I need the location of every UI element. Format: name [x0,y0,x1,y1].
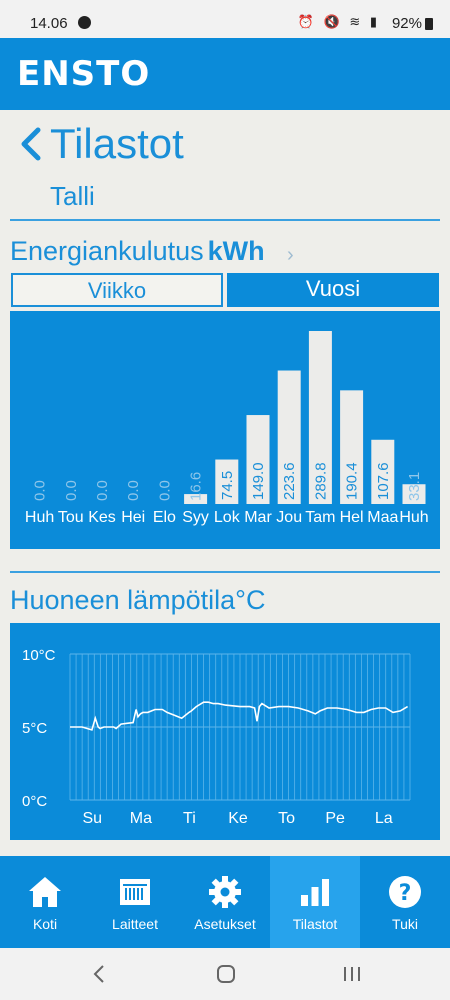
nav-item-tilastot[interactable]: Tilastot [270,856,360,948]
bar-value-label: 289.8 [312,462,329,500]
bottom-navigation: Koti Laitteet Asetukset Tilastot ? Tuki [0,856,450,948]
energy-bar-chart: 0.0 Huh 0.0 Tou 0.0 Kes 0.0 Hei 0.0 Elo 16.6 Syy 74.… [25,331,429,526]
status-bar: 14.06 ⏰ 🔇 ≋ ▮ 92% [0,0,450,38]
device-name: Talli [50,181,95,211]
nav-item-koti[interactable]: Koti [0,856,90,948]
bar-value-label: 149.0 [250,462,267,500]
x-tick-label: Su [82,810,102,827]
nav-item-tuki[interactable]: ? Tuki [360,856,450,948]
home-icon [29,877,61,907]
x-tick-label: Pe [325,810,345,827]
energy-unit: kWh [207,236,265,266]
nav-label: Koti [32,916,58,932]
battery-icon [425,18,433,30]
bar-value-label: 0.0 [94,480,111,501]
bar-value-label: 223.6 [281,462,298,500]
x-tick-label: Maa [367,509,398,526]
x-tick-label: Mar [244,509,272,526]
recents-icon[interactable] [340,962,364,986]
x-tick-label: Huh [25,509,54,526]
back-chevron-icon[interactable] [18,124,48,164]
bar-value-label: 33.1 [406,472,423,501]
bar-value-label: 190.4 [344,462,361,500]
temperature-line-chart: 10°C 5°C 0°C Su Ma Ti Ke To Pe La [22,647,411,827]
divider [10,571,440,573]
back-icon[interactable] [88,962,112,986]
energy-title[interactable]: Energiankulutus kWh [10,236,265,267]
bar-value-label: 74.5 [219,471,236,500]
energy-title-text: Energiankulutus [10,236,204,266]
nav-label: Laitteet [112,916,158,932]
x-tick-label: Tou [58,509,84,526]
x-tick-label: Huh [399,509,428,526]
x-tick-label: Ke [228,810,248,827]
battery-percent: 92% [391,15,422,32]
energy-chart-panel: 0.0 Huh 0.0 Tou 0.0 Kes 0.0 Hei 0.0 Elo 16.6 Syy 74.… [10,311,440,549]
bar-value-label: 0.0 [156,480,173,501]
system-icons: ⏰ 🔇 ≋ ▮ [297,14,380,29]
x-tick-label: Hel [340,509,364,526]
nav-item-asetukset[interactable]: Asetukset [180,856,270,948]
notification-dot-icon [78,16,91,29]
y-tick-label: 10°C [22,647,56,664]
brand-bar: ENSTO [0,38,450,110]
x-tick-label: Ti [183,810,196,827]
chevron-right-icon[interactable]: › [287,244,294,267]
x-tick-label: Ma [130,810,152,827]
x-tick-label: Tam [305,509,335,526]
page-title: Tilastot [50,120,184,167]
bar-chart-icon [301,879,329,906]
x-tick-label: Jou [276,509,302,526]
svg-text:?: ? [399,881,412,906]
tab-year[interactable]: Vuosi [227,273,439,307]
bar-value-label: 0.0 [125,480,142,501]
x-tick-label: La [375,810,393,827]
bar-value-label: 0.0 [32,480,49,501]
nav-label: Asetukset [194,916,256,932]
home-circle-icon[interactable] [214,962,238,986]
x-tick-label: Elo [153,509,176,526]
bar-value-label: 107.6 [375,462,392,500]
bar-value-label: 0.0 [63,480,80,501]
bar-value-label: 16.6 [188,472,205,501]
x-tick-label: Kes [88,509,116,526]
status-time: 14.06 [30,15,68,32]
nav-label: Tilastot [292,916,338,932]
nav-item-laitteet[interactable]: Laitteet [90,856,180,948]
x-tick-label: To [278,810,295,827]
ensto-logo: ENSTO [17,54,151,94]
x-tick-label: Syy [182,509,209,526]
tab-week[interactable]: Viikko [11,273,223,307]
android-nav-bar [0,948,450,1000]
x-tick-label: Lok [214,509,241,526]
temperature-title: Huoneen lämpötila°C [10,585,266,615]
y-tick-label: 0°C [22,793,47,810]
y-tick-label: 5°C [22,720,47,737]
devices-icon [120,879,150,905]
gear-icon [209,876,241,908]
temperature-chart-panel: 10°C 5°C 0°C Su Ma Ti Ke To Pe La [10,623,440,840]
temperature-series-line [70,701,409,731]
help-icon: ? [389,876,421,908]
divider [10,219,440,221]
x-tick-label: Hei [121,509,145,526]
nav-label: Tuki [392,916,418,932]
